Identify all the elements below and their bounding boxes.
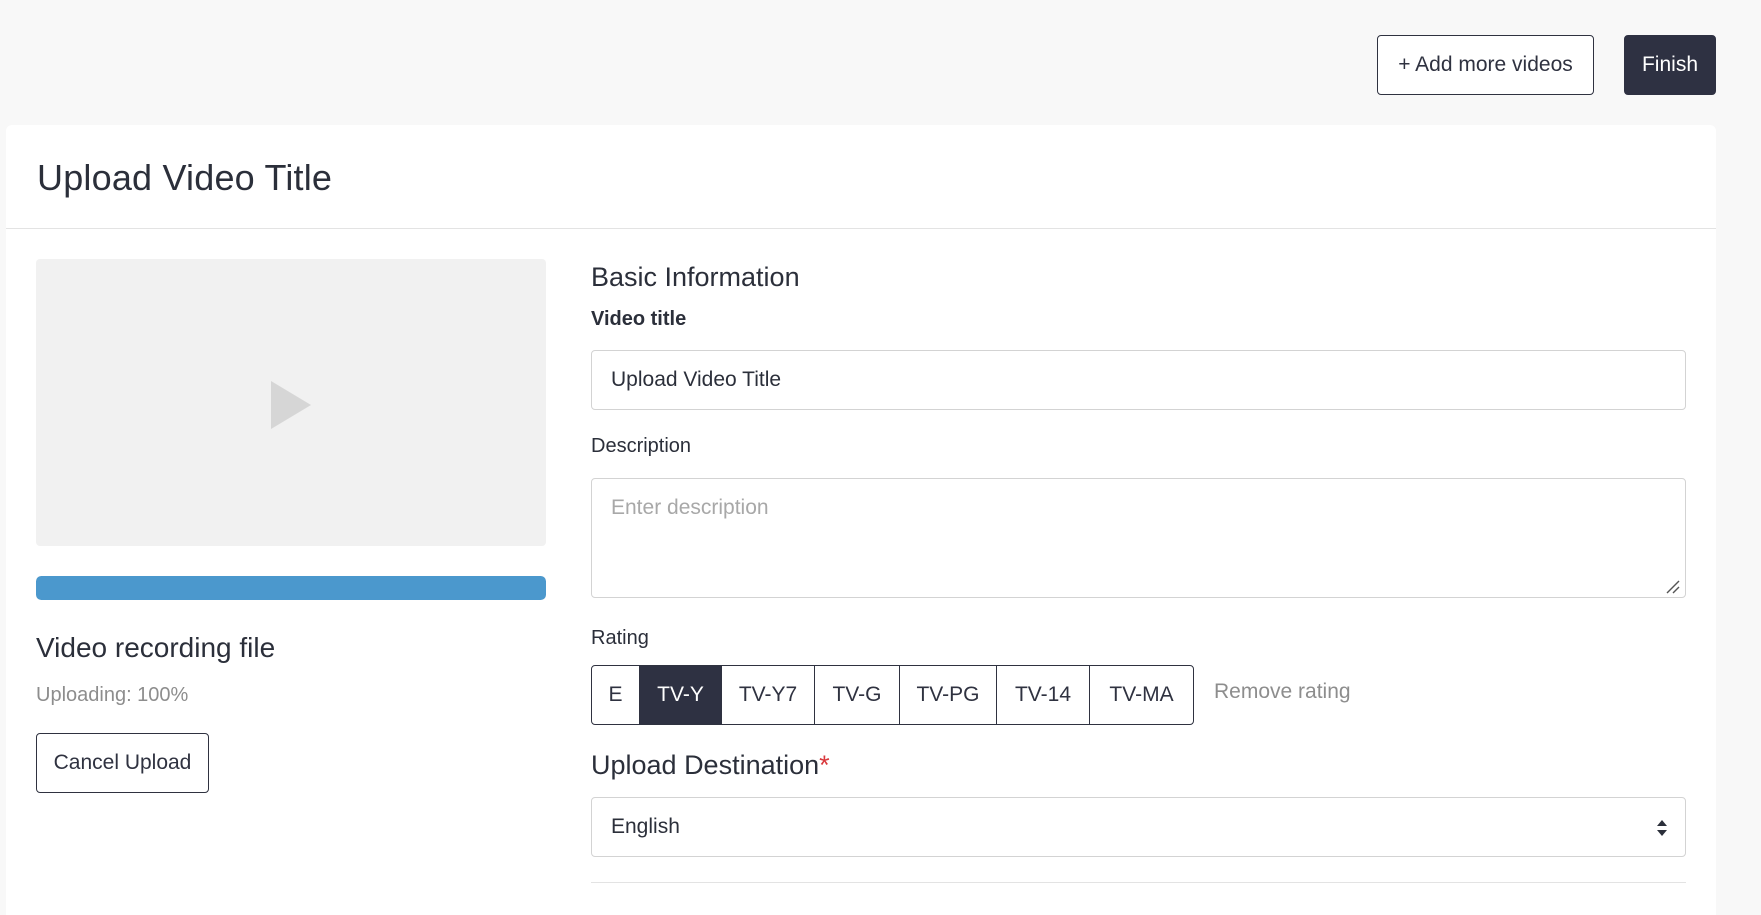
rating-option-tv-y[interactable]: TV-Y (640, 666, 722, 724)
video-file-label: Video recording file (36, 632, 276, 663)
description-label: Description (591, 435, 692, 457)
upload-progress-fill (36, 576, 546, 600)
rating-option-tv-ma[interactable]: TV-MA (1090, 666, 1193, 724)
description-textarea[interactable] (591, 478, 1686, 598)
rating-option-e[interactable]: E (592, 666, 640, 724)
rating-option-tv-g[interactable]: TV-G (815, 666, 900, 724)
video-title-input[interactable] (591, 350, 1686, 410)
rating-option-tv-y7[interactable]: TV-Y7 (722, 666, 815, 724)
upload-destination-select[interactable]: English (591, 797, 1686, 857)
play-icon[interactable] (271, 381, 311, 429)
add-more-videos-button[interactable]: + Add more videos (1377, 35, 1594, 95)
basic-information-heading: Basic Information (591, 262, 800, 292)
upload-status-text: Uploading: 100% (36, 684, 189, 706)
finish-button[interactable]: Finish (1624, 35, 1716, 95)
resize-grip-icon[interactable] (1664, 578, 1680, 594)
rating-option-tv-pg[interactable]: TV-PG (900, 666, 997, 724)
upload-progress-bar (36, 576, 546, 600)
upload-destination-label: Upload Destination (591, 750, 820, 780)
video-title-label: Video title (591, 308, 687, 330)
top-bar: + Add more videos Finish (0, 0, 1761, 125)
required-marker: * (819, 750, 830, 780)
upload-destination-value: English (611, 815, 680, 838)
page-title: Upload Video Title (37, 157, 333, 198)
rating-option-tv-14[interactable]: TV-14 (997, 666, 1090, 724)
rating-label: Rating (591, 627, 649, 649)
rating-button-group: E TV-Y TV-Y7 TV-G TV-PG TV-14 TV-MA (591, 665, 1194, 725)
upload-destination-heading: Upload Destination* (591, 750, 830, 781)
section-divider (591, 882, 1686, 883)
card-header: Upload Video Title (6, 125, 1716, 229)
cancel-upload-button[interactable]: Cancel Upload (36, 733, 209, 793)
select-arrows-icon (1657, 820, 1667, 836)
remove-rating-link[interactable]: Remove rating (1214, 680, 1351, 704)
